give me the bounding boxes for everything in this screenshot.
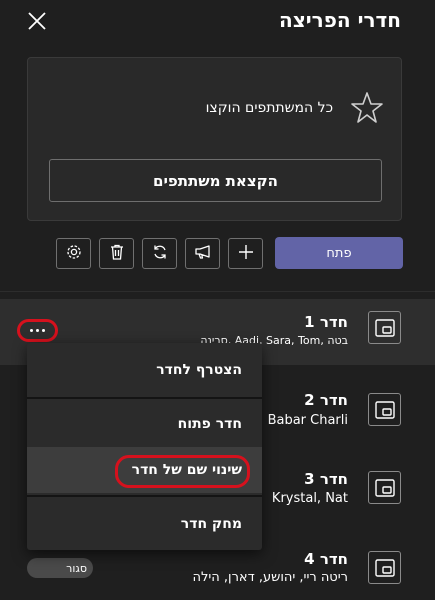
room-icon — [368, 311, 401, 344]
trash-icon — [108, 243, 126, 265]
assignment-status-text: כל המשתתפים הוקצו — [205, 100, 333, 116]
add-room-button[interactable] — [228, 238, 263, 269]
gear-icon — [65, 243, 83, 265]
assign-participants-button[interactable]: הקצאת משתתפים — [49, 159, 382, 202]
settings-button[interactable] — [56, 238, 91, 269]
menu-item-open-room[interactable]: חדר פתוח — [27, 401, 262, 447]
room-participants: Krystal, Nat — [271, 491, 348, 506]
room-name: חדר 2 — [304, 391, 348, 409]
star-icon — [347, 88, 387, 128]
recreate-rooms-button[interactable] — [142, 238, 177, 269]
room-participants: Babar Charli — [267, 413, 348, 428]
plus-icon — [237, 243, 255, 265]
close-icon[interactable] — [26, 10, 48, 32]
room-name: חדר 1 — [304, 313, 348, 331]
room-icon — [368, 551, 401, 584]
panel-title: חדרי הפריצה — [278, 8, 401, 32]
room-icon — [368, 471, 401, 504]
room-participants: ריטה ריי, יהושע, דארן, הילה — [192, 570, 349, 585]
highlight-ring — [115, 455, 250, 488]
assignment-card: כל המשתתפים הוקצו הקצאת משתתפים — [27, 57, 402, 221]
menu-item-join-room[interactable]: הצטרף לחדר — [27, 347, 262, 393]
megaphone-icon — [194, 243, 212, 265]
menu-divider — [27, 495, 262, 497]
open-rooms-button[interactable]: פתח — [275, 237, 403, 269]
status-badge: סגור — [27, 558, 93, 578]
menu-divider — [27, 397, 262, 399]
announcement-button[interactable] — [185, 238, 220, 269]
room-name: חדר 4 — [304, 550, 348, 568]
context-menu: הצטרף לחדר חדר פתוח שינוי שם של חדר מחק … — [27, 343, 262, 550]
divider — [0, 291, 435, 292]
menu-item-delete-room[interactable]: מחק חדר — [27, 501, 262, 547]
more-icon — [30, 329, 33, 332]
room-icon — [368, 393, 401, 426]
more-options-button[interactable] — [17, 319, 58, 342]
delete-rooms-button[interactable] — [99, 238, 134, 269]
room-name: חדר 3 — [304, 470, 348, 488]
refresh-icon — [151, 243, 169, 265]
